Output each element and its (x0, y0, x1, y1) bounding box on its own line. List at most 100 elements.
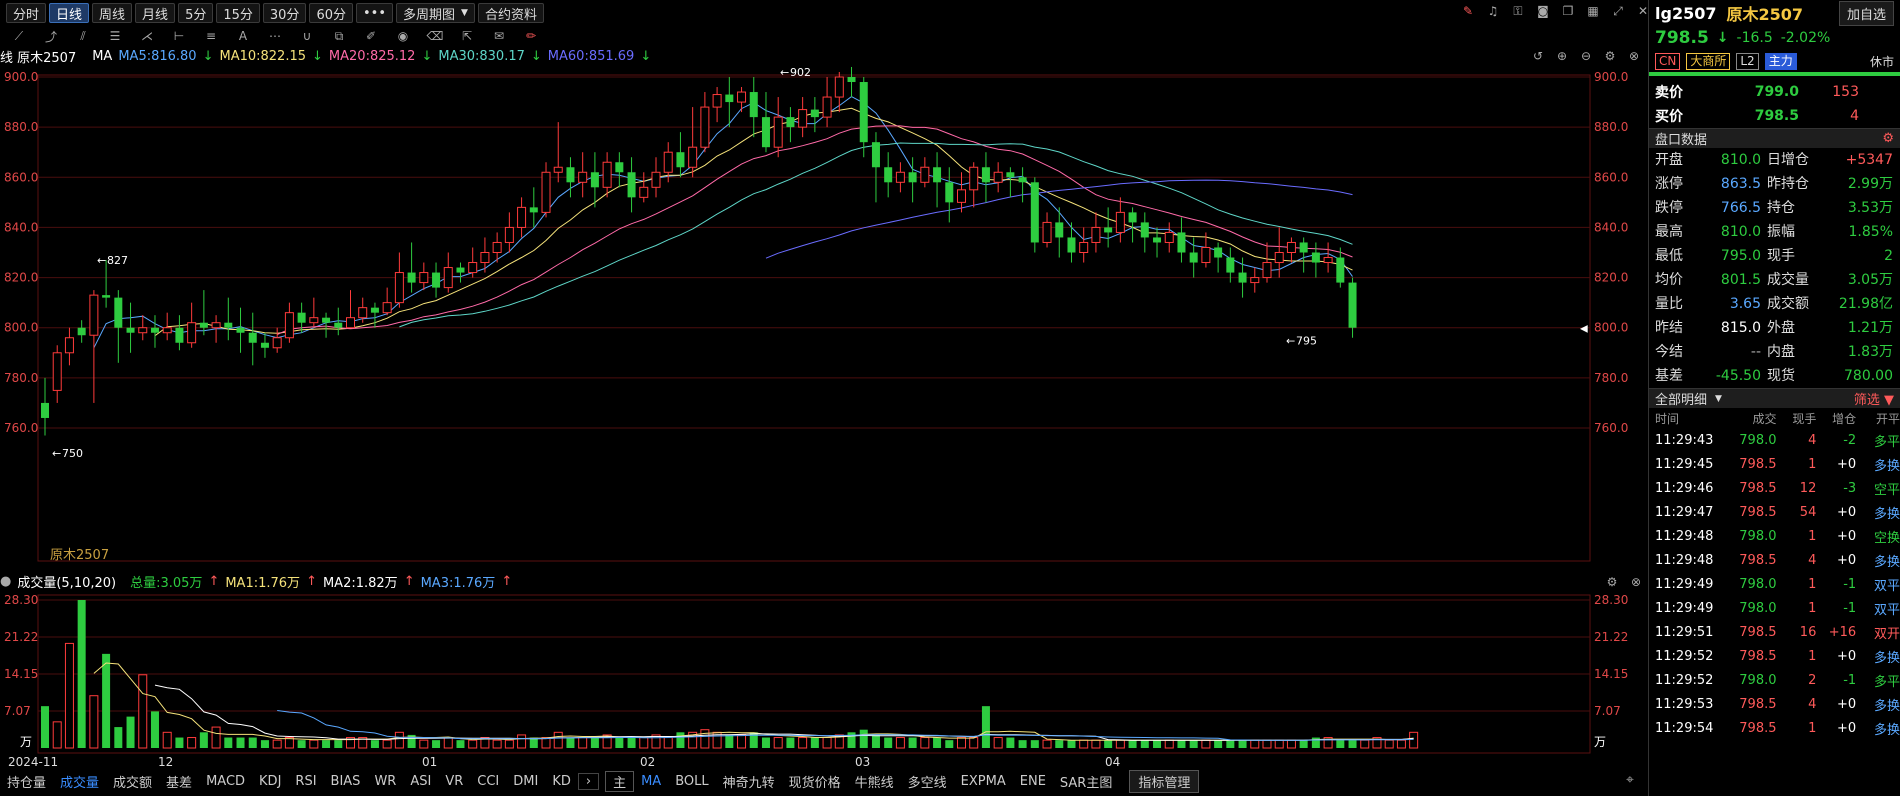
overlay-tab-td9[interactable]: 神奇九转 (716, 772, 782, 791)
candle[interactable] (1164, 231, 1174, 243)
multi-period-dropdown[interactable]: 多周期图 ▼ (396, 3, 475, 23)
volume-bar[interactable] (1189, 740, 1198, 748)
overlay-tab-main[interactable]: 主 (605, 770, 635, 792)
candle[interactable] (773, 116, 783, 148)
candle[interactable] (64, 337, 74, 354)
candle[interactable] (1189, 252, 1198, 263)
tab-open-interest[interactable]: 持仓量 (0, 772, 53, 791)
period-button-30min[interactable]: 30分 (262, 3, 307, 23)
volume-bar[interactable] (1115, 739, 1125, 749)
volume-bar[interactable] (847, 732, 856, 748)
candle[interactable] (419, 272, 429, 284)
volume-bar[interactable] (798, 737, 808, 749)
candle[interactable] (432, 272, 441, 288)
volume-bar[interactable] (945, 740, 954, 748)
candle[interactable] (1262, 262, 1272, 279)
volume-bar[interactable] (895, 737, 905, 749)
volume-bar[interactable] (1396, 739, 1406, 749)
bell-icon[interactable]: ♫ (1485, 3, 1501, 19)
measure-tool-icon[interactable]: ⊢ (170, 28, 188, 44)
candle[interactable] (1042, 221, 1052, 243)
volume-bar[interactable] (737, 734, 747, 749)
candle[interactable] (1286, 241, 1296, 254)
candle[interactable] (394, 272, 404, 304)
period-button-timeshare[interactable]: 分时 (6, 3, 47, 23)
volume-bar[interactable] (566, 737, 575, 748)
volume-bar[interactable] (676, 732, 685, 748)
candle[interactable] (407, 272, 416, 283)
candle[interactable] (553, 166, 563, 173)
volume-bar[interactable] (553, 731, 563, 749)
candle[interactable] (41, 402, 49, 418)
volume-bar[interactable] (1214, 740, 1223, 748)
volume-bar[interactable] (138, 674, 148, 749)
volume-bar[interactable] (1409, 731, 1419, 749)
volume-bar[interactable] (615, 737, 624, 748)
candle[interactable] (676, 152, 685, 168)
draw-pen-icon[interactable]: ✎ (1460, 3, 1476, 19)
candle[interactable] (480, 252, 490, 264)
volume-bar[interactable] (297, 740, 306, 748)
candlestick-chart[interactable]: 900.0 900.0 880.0 880.0 860.0 860.0 840.0 840.0… (0, 60, 1648, 570)
tab-macd[interactable]: MACD (199, 774, 252, 789)
candle[interactable] (810, 109, 819, 118)
trade-row[interactable]: 11:29:48 798.0 1 +0 空换 (1649, 524, 1900, 548)
volume-bar[interactable] (1238, 740, 1247, 748)
tab-kdj[interactable]: KDJ (252, 774, 288, 789)
volume-bar[interactable] (370, 740, 379, 748)
candle[interactable] (138, 327, 148, 334)
volume-bar[interactable] (64, 642, 74, 749)
volume-bar[interactable] (382, 739, 392, 749)
candle[interactable] (1153, 237, 1162, 243)
candle[interactable] (1091, 226, 1101, 243)
candle[interactable] (1030, 182, 1039, 243)
volume-bar[interactable] (590, 737, 599, 748)
volume-bar[interactable] (700, 729, 710, 749)
volume-bar[interactable] (1384, 739, 1394, 749)
candle[interactable] (1250, 277, 1260, 284)
trade-row[interactable]: 11:29:51 798.5 16 +16 双开 (1649, 620, 1900, 644)
volume-bar[interactable] (1067, 740, 1076, 748)
volume-bar[interactable] (957, 737, 966, 749)
volume-bar[interactable] (114, 727, 123, 748)
candle[interactable] (602, 161, 612, 188)
volume-bar[interactable] (810, 737, 819, 748)
volume-bar[interactable] (884, 737, 893, 748)
candle[interactable] (1104, 227, 1113, 233)
candle[interactable] (297, 312, 306, 323)
volume-bar[interactable] (773, 737, 783, 749)
contract-info-button[interactable]: 合约资料 (477, 3, 544, 23)
candle[interactable] (1128, 212, 1137, 223)
eye-icon[interactable]: ◉ (394, 28, 412, 44)
parallel-tool-icon[interactable]: ⫽ (74, 28, 92, 44)
candle[interactable] (114, 297, 123, 328)
settings-icon[interactable]: ⚙ (1604, 574, 1620, 590)
volume-bar[interactable] (1055, 740, 1064, 748)
candle[interactable] (199, 322, 208, 328)
candle[interactable] (1226, 257, 1235, 273)
volume-bar[interactable] (1177, 740, 1186, 748)
volume-bar[interactable] (1079, 739, 1089, 749)
volume-bar[interactable] (432, 740, 441, 748)
candle[interactable] (1311, 252, 1320, 263)
candle[interactable] (468, 262, 478, 274)
candle[interactable] (1238, 272, 1247, 283)
close-chart-icon[interactable]: ⊗ (1628, 574, 1644, 590)
candle[interactable] (1336, 257, 1345, 283)
volume-bar[interactable] (1006, 737, 1015, 748)
volume-bar[interactable] (102, 653, 111, 748)
eraser-icon[interactable]: ✐ (362, 28, 380, 44)
volume-bar[interactable] (419, 739, 429, 749)
volume-bar[interactable] (211, 726, 221, 749)
period-button-5min[interactable]: 5分 (178, 3, 214, 23)
volume-bar[interactable] (504, 739, 514, 749)
volume-bar[interactable] (1226, 740, 1235, 748)
overlay-tab-boll[interactable]: BOLL (668, 774, 715, 789)
volume-bar[interactable] (1336, 740, 1345, 748)
candle[interactable] (150, 327, 159, 333)
volume-bar[interactable] (162, 731, 172, 749)
candle[interactable] (884, 167, 893, 183)
candle[interactable] (615, 162, 624, 173)
volume-bar[interactable] (1274, 739, 1284, 749)
candle[interactable] (590, 172, 599, 188)
